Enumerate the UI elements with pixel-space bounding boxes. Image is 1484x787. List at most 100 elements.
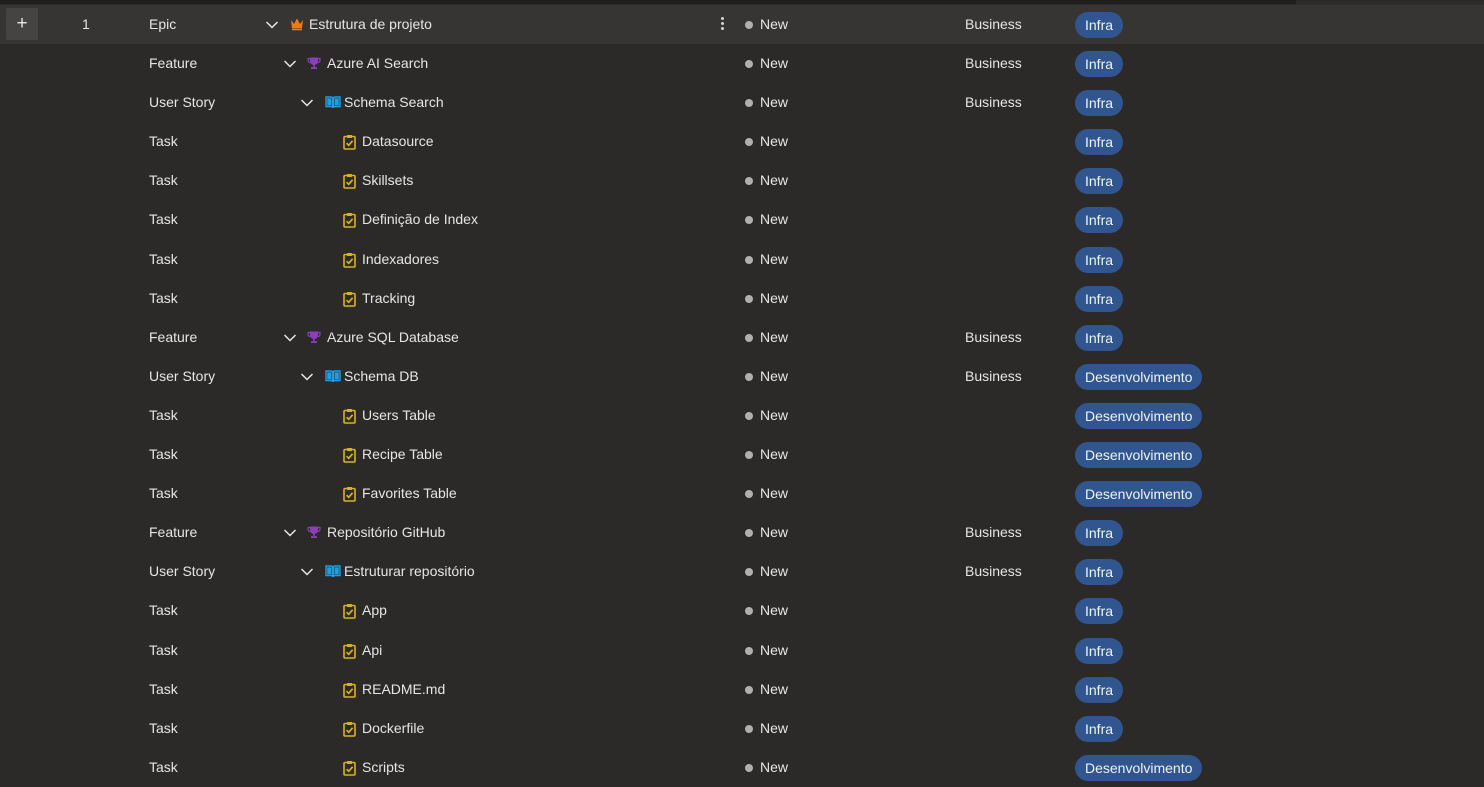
work-item-title[interactable]: Schema Search [344, 83, 444, 122]
work-item-type: User Story [149, 367, 216, 384]
tag-badge[interactable]: Desenvolvimento [1075, 442, 1203, 469]
value-area: Business [965, 367, 1022, 384]
chevron-down-icon[interactable] [283, 57, 297, 71]
work-item-title[interactable]: Dockerfile [362, 709, 424, 748]
work-item-type: Task [149, 602, 178, 619]
tag-badge[interactable]: Infra [1075, 520, 1124, 547]
tag-badge[interactable]: Desenvolvimento [1075, 363, 1203, 390]
work-item-title[interactable]: Azure SQL Database [327, 318, 459, 357]
table-row[interactable]: Task App New Infra [0, 591, 1484, 630]
tag-badge[interactable]: Desenvolvimento [1075, 481, 1203, 508]
work-item-title[interactable]: Favorites Table [362, 474, 457, 513]
work-item-title[interactable]: Users Table [362, 396, 436, 435]
clipboard-check-icon [343, 212, 357, 229]
clipboard-check-icon [343, 721, 357, 737]
chevron-down-icon[interactable] [283, 331, 297, 345]
table-row[interactable]: Feature Azure SQL Database New Business Infr… [0, 318, 1484, 357]
work-item-state: New [760, 55, 789, 72]
clipboard-check-icon [343, 408, 357, 424]
tag-badge[interactable]: Infra [1075, 12, 1124, 38]
value-area: Business [965, 563, 1022, 580]
work-item-state: New [760, 758, 789, 775]
work-item-title[interactable]: App [362, 591, 387, 630]
table-row[interactable]: User Story Schema Search New Business Infra [0, 83, 1484, 122]
state-dot-icon [745, 138, 753, 147]
tag-badge[interactable]: Infra [1075, 246, 1124, 273]
tag-badge[interactable]: Infra [1075, 51, 1124, 78]
trophy-icon [307, 525, 321, 541]
work-item-title[interactable]: README.md [362, 670, 445, 709]
chevron-down-icon[interactable] [300, 96, 314, 110]
table-row[interactable]: Task Definição de Index New Infra [0, 200, 1484, 239]
table-row[interactable]: Task Datasource New Infra [0, 122, 1484, 161]
tag-badge[interactable]: Infra [1075, 637, 1124, 664]
top-border [0, 0, 1296, 4]
chevron-down-icon[interactable] [265, 18, 279, 32]
clipboard-check-icon [343, 682, 357, 698]
work-item-state: New [760, 250, 789, 267]
work-item-state: New [760, 367, 789, 384]
work-item-title[interactable]: Estrutura de projeto [309, 5, 432, 44]
table-row[interactable]: User Story Estruturar repositório New Busin… [0, 552, 1484, 591]
tag-badge[interactable]: Infra [1075, 715, 1124, 742]
table-row[interactable]: +1 Epic Estrutura de projeto New Business Inf… [0, 5, 1484, 45]
work-item-title[interactable]: Skillsets [362, 161, 413, 200]
table-row[interactable]: Task Users Table New Desenvolvimento [0, 396, 1484, 435]
tag-badge[interactable]: Infra [1075, 207, 1124, 234]
tag-badge[interactable]: Infra [1075, 598, 1124, 625]
work-item-type: Task [149, 289, 178, 306]
work-item-title[interactable]: Api [362, 631, 382, 670]
state-dot-icon [745, 529, 753, 538]
tag-badge[interactable]: Infra [1075, 559, 1124, 586]
table-row[interactable]: Feature Repositório GitHub New Business Infr… [0, 513, 1484, 552]
more-actions-icon[interactable] [716, 15, 728, 33]
tag-badge[interactable]: Desenvolvimento [1075, 754, 1203, 781]
state-dot-icon [745, 216, 753, 225]
table-row[interactable]: Task Indexadores New Infra [0, 240, 1484, 279]
work-item-title[interactable]: Repositório GitHub [327, 513, 445, 552]
tag-badge[interactable]: Infra [1075, 285, 1124, 312]
chevron-down-icon[interactable] [283, 526, 297, 540]
table-row[interactable]: Task Api New Infra [0, 631, 1484, 670]
chevron-down-icon[interactable] [300, 565, 314, 579]
work-item-type: Task [149, 680, 178, 697]
work-item-title[interactable]: Scripts [362, 748, 405, 787]
work-item-title[interactable]: Azure AI Search [327, 44, 428, 83]
table-row[interactable]: Task Scripts New Desenvolvimento [0, 748, 1484, 787]
table-row[interactable]: Task Tracking New Infra [0, 279, 1484, 318]
work-item-type: Task [149, 250, 178, 267]
clipboard-check-icon [343, 760, 357, 776]
work-item-type: Epic [149, 16, 177, 32]
table-row[interactable]: Task Recipe Table New Desenvolvimento [0, 435, 1484, 474]
work-item-state: New [760, 563, 789, 580]
value-area: Business [965, 94, 1022, 111]
table-row[interactable]: Task Favorites Table New Desenvolvimento [0, 474, 1484, 513]
work-item-type: Task [149, 641, 178, 658]
tag-badge[interactable]: Infra [1075, 90, 1124, 117]
add-child-button[interactable]: + [6, 8, 38, 40]
state-dot-icon [745, 607, 753, 616]
work-item-title[interactable]: Indexadores [362, 240, 439, 279]
tag-badge[interactable]: Infra [1075, 324, 1124, 351]
work-item-state: New [760, 485, 789, 502]
table-row[interactable]: Task README.md New Infra [0, 670, 1484, 709]
work-item-title[interactable]: Recipe Table [362, 435, 443, 474]
state-dot-icon [745, 763, 753, 772]
work-item-title[interactable]: Datasource [362, 122, 434, 161]
tag-badge[interactable]: Infra [1075, 168, 1124, 195]
work-item-type: Task [149, 211, 178, 228]
table-row[interactable]: User Story Schema DB New Business Desenvolvi… [0, 357, 1484, 396]
work-item-title[interactable]: Tracking [362, 279, 415, 318]
tag-badge[interactable]: Infra [1075, 129, 1124, 156]
table-row[interactable]: Feature Azure AI Search New Business Infra [0, 44, 1484, 83]
clipboard-check-icon [343, 252, 357, 268]
work-item-title[interactable]: Schema DB [344, 357, 419, 396]
tag-badge[interactable]: Infra [1075, 676, 1124, 703]
table-row[interactable]: Task Skillsets New Infra [0, 161, 1484, 200]
state-dot-icon [745, 568, 753, 577]
work-item-title[interactable]: Definição de Index [362, 200, 478, 239]
work-item-title[interactable]: Estruturar repositório [344, 552, 475, 591]
table-row[interactable]: Task Dockerfile New Infra [0, 709, 1484, 748]
chevron-down-icon[interactable] [300, 370, 314, 384]
tag-badge[interactable]: Desenvolvimento [1075, 402, 1203, 429]
